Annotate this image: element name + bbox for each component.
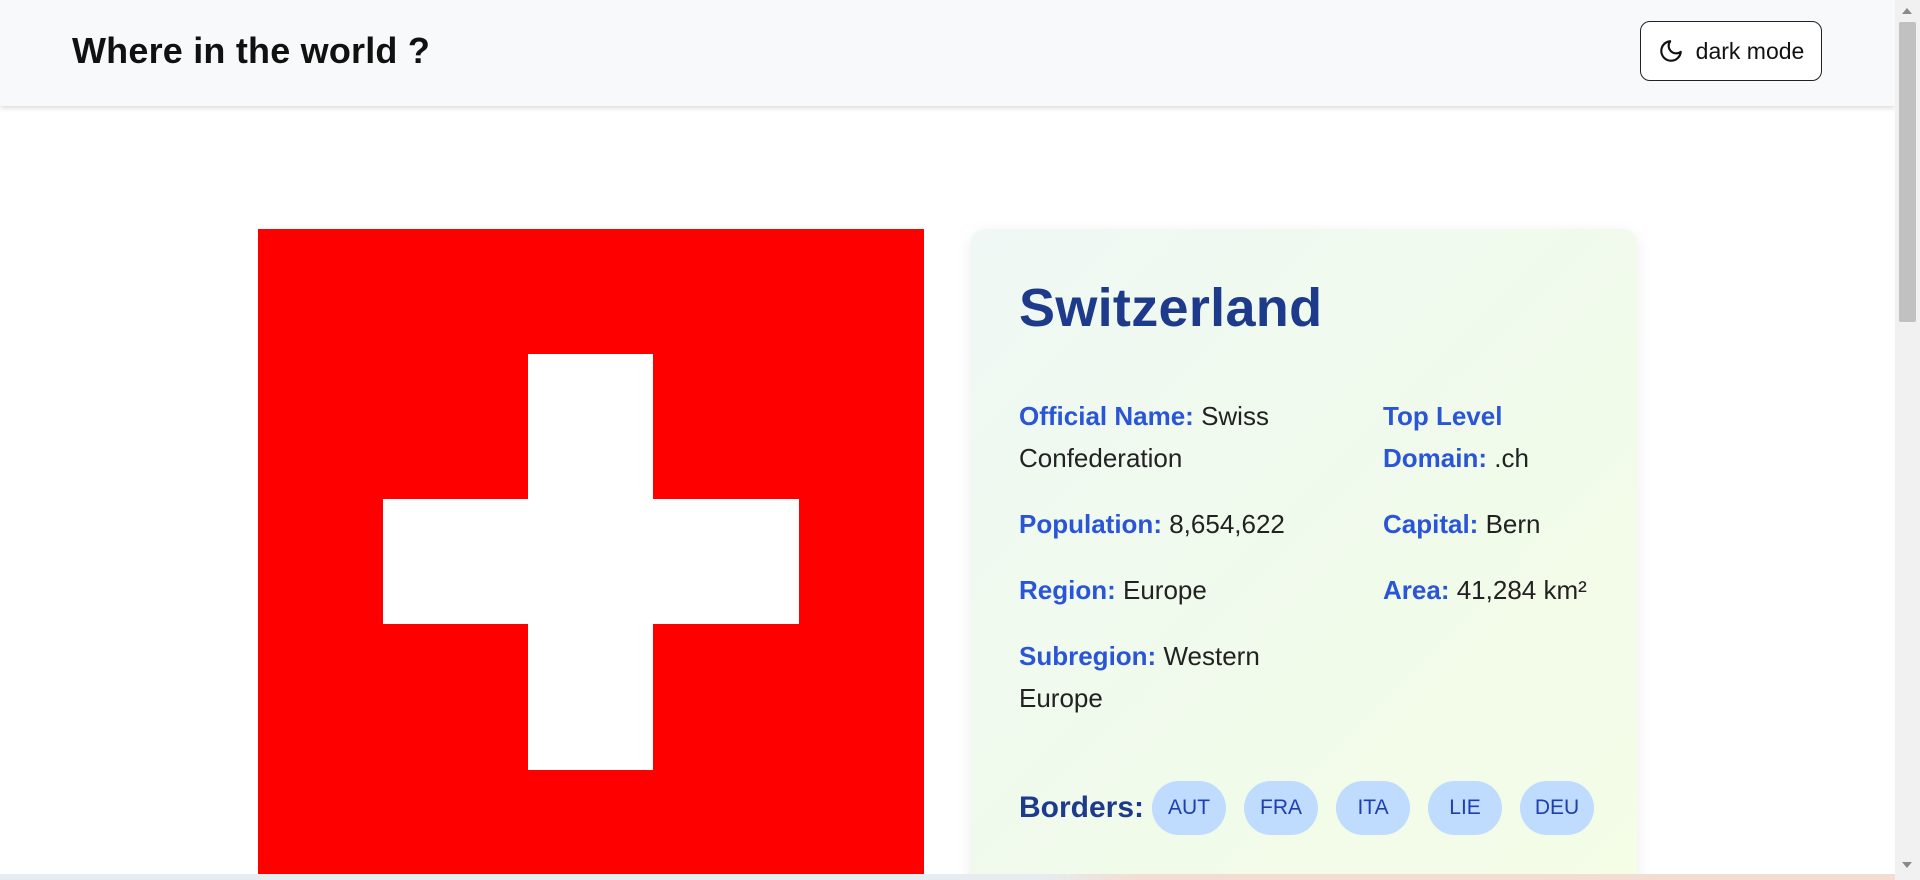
border-chip-deu[interactable]: DEU xyxy=(1520,781,1595,835)
bottom-edge xyxy=(0,874,1895,880)
border-chip-lie[interactable]: LIE xyxy=(1428,781,1503,835)
top-header: Where in the world ? dark mode xyxy=(0,0,1895,106)
country-flag xyxy=(258,229,924,880)
moon-icon xyxy=(1658,38,1684,64)
field-label: Official Name: xyxy=(1019,401,1194,431)
scrollbar-thumb[interactable] xyxy=(1899,22,1916,322)
border-chip-aut[interactable]: AUT xyxy=(1152,781,1227,835)
field-value: .ch xyxy=(1494,443,1529,473)
field-top-level-domain: Top Level Domain: .ch xyxy=(1383,395,1603,479)
flag-cross-horizontal xyxy=(383,499,799,624)
borders-row: Borders: AUT FRA ITA LIE DEU xyxy=(1019,781,1619,835)
border-chip-ita[interactable]: ITA xyxy=(1336,781,1411,835)
border-chip-fra[interactable]: FRA xyxy=(1244,781,1319,835)
field-subregion: Subregion: Western Europe xyxy=(1019,635,1319,719)
field-label: Subregion: xyxy=(1019,641,1157,671)
vertical-scrollbar[interactable] xyxy=(1895,0,1920,880)
field-label: Top Level Domain: xyxy=(1383,401,1503,473)
dark-mode-button[interactable]: dark mode xyxy=(1640,21,1822,81)
field-capital: Capital: Bern xyxy=(1383,503,1603,545)
country-info-card: Switzerland Official Name: Swiss Confede… xyxy=(971,229,1637,880)
field-value: 41,284 km² xyxy=(1456,575,1587,605)
page: Where in the world ? dark mode Switzerla… xyxy=(0,0,1920,880)
scroll-up-arrow-icon[interactable] xyxy=(1902,8,1912,14)
scroll-down-arrow-icon[interactable] xyxy=(1902,862,1912,868)
field-value: 8,654,622 xyxy=(1169,509,1285,539)
dark-mode-label: dark mode xyxy=(1695,37,1805,64)
field-population: Population: 8,654,622 xyxy=(1019,503,1319,545)
info-column-left: Official Name: Swiss Confederation Popul… xyxy=(1019,395,1319,743)
field-label: Area: xyxy=(1383,575,1450,605)
field-area: Area: 41,284 km² xyxy=(1383,569,1603,611)
info-column-right: Top Level Domain: .ch Capital: Bern Area… xyxy=(1383,395,1603,635)
borders-label: Borders: xyxy=(1019,791,1145,824)
field-official-name: Official Name: Swiss Confederation xyxy=(1019,395,1319,479)
field-label: Capital: xyxy=(1383,509,1479,539)
field-value: Europe xyxy=(1123,575,1207,605)
country-name: Switzerland xyxy=(1019,278,1323,338)
app-title: Where in the world ? xyxy=(72,30,431,71)
field-region: Region: Europe xyxy=(1019,569,1319,611)
field-value: Bern xyxy=(1485,509,1541,539)
field-label: Population: xyxy=(1019,509,1162,539)
field-label: Region: xyxy=(1019,575,1116,605)
